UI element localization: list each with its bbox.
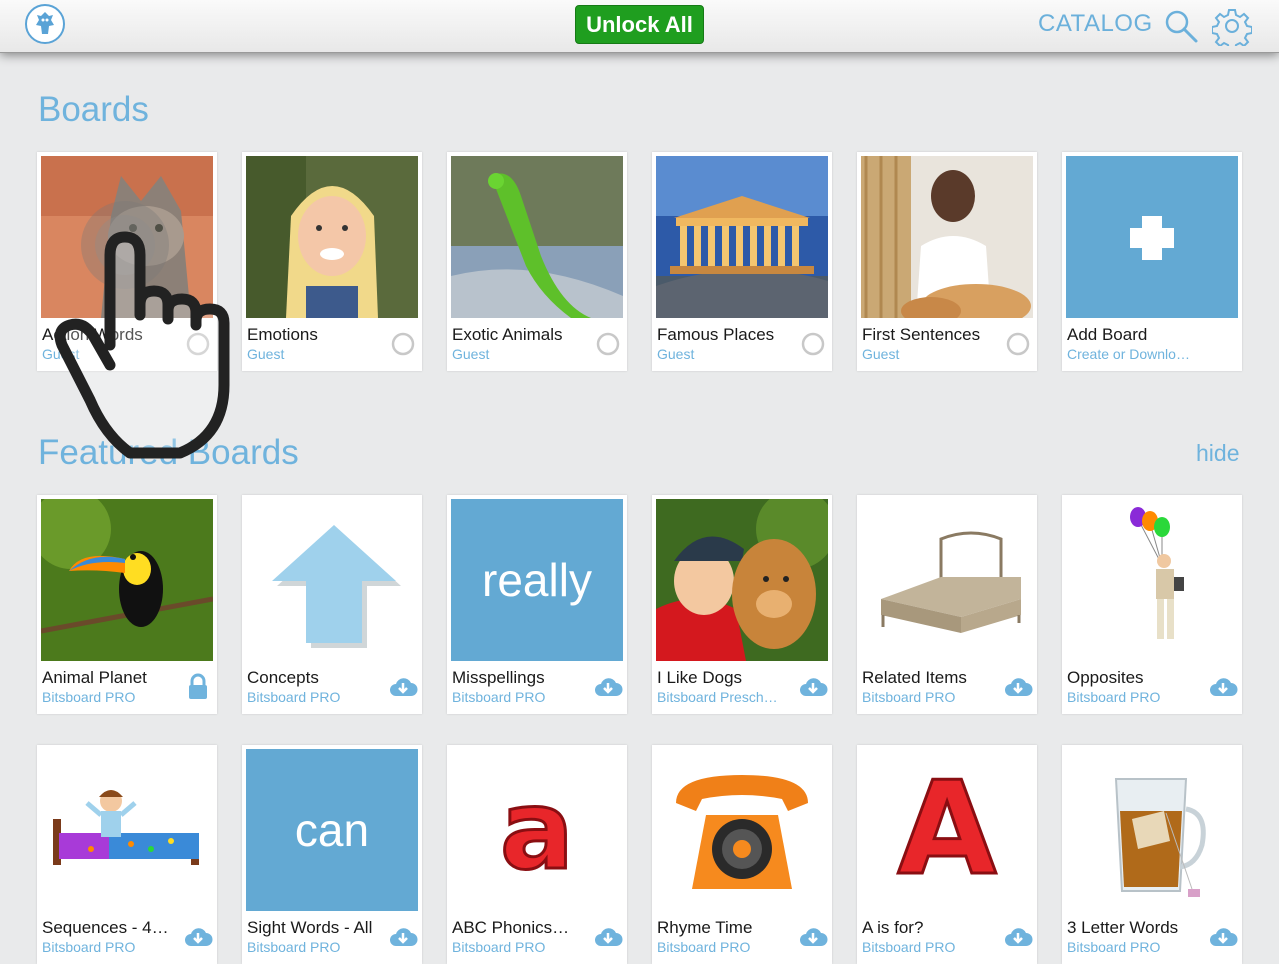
search-icon[interactable] — [1163, 8, 1199, 44]
board-subtitle: Bitsboard PRO — [1067, 689, 1161, 705]
board-thumbnail: really — [451, 499, 623, 661]
featured-card-misspellings[interactable]: really Misspellings Bitsboard PRO — [447, 495, 627, 714]
cloud-download-icon[interactable] — [1208, 922, 1238, 952]
unlock-all-button[interactable]: Unlock All — [575, 5, 704, 44]
select-radio-icon[interactable] — [1003, 329, 1033, 359]
board-card-first-sentences[interactable]: First Sentences Guest — [857, 152, 1037, 371]
board-thumbnail — [861, 499, 1033, 661]
board-card-famous-places[interactable]: Famous Places Guest — [652, 152, 832, 371]
board-subtitle: Bitsboard PRO — [42, 689, 136, 705]
board-thumbnail — [1066, 499, 1238, 661]
board-subtitle: Guest — [452, 346, 490, 362]
board-thumbnail: A — [861, 749, 1033, 911]
board-thumbnail — [246, 156, 418, 318]
cloud-download-icon[interactable] — [388, 672, 418, 702]
board-subtitle: Bitsboard PRO — [247, 939, 341, 955]
board-title: 3 Letter Words — [1067, 918, 1179, 937]
board-title: A is for? — [862, 918, 924, 937]
top-bar: Unlock All CATALOG — [0, 0, 1279, 53]
cloud-download-icon[interactable] — [593, 672, 623, 702]
board-thumbnail — [656, 156, 828, 318]
board-title: Rhyme Time — [657, 918, 753, 937]
board-thumbnail — [656, 749, 828, 911]
tap-hand-hint-icon — [54, 201, 230, 459]
featured-card-abc-phonics[interactable]: a ABC Phonics… Bitsboard PRO — [447, 745, 627, 964]
word-tile: can — [246, 749, 418, 911]
board-card-emotions[interactable]: Emotions Guest — [242, 152, 422, 371]
featured-card-sequences[interactable]: Sequences - 4… Bitsboard PRO — [37, 745, 217, 964]
board-title: Animal Planet — [42, 668, 147, 687]
board-thumbnail — [656, 499, 828, 661]
featured-card-sight-words[interactable]: can Sight Words - All Bitsboard PRO — [242, 745, 422, 964]
featured-card-rhyme-time[interactable]: Rhyme Time Bitsboard PRO — [652, 745, 832, 964]
board-subtitle: Bitsboard Presch… — [657, 689, 778, 705]
board-subtitle: Bitsboard PRO — [1067, 939, 1161, 955]
featured-card-a-is-for[interactable]: A A is for? Bitsboard PRO — [857, 745, 1037, 964]
board-thumbnail — [41, 749, 213, 911]
select-radio-icon[interactable] — [388, 329, 418, 359]
board-subtitle: Bitsboard PRO — [42, 939, 136, 955]
add-board-tile — [1066, 156, 1238, 318]
board-thumbnail — [41, 499, 213, 661]
cloud-download-icon[interactable] — [798, 922, 828, 952]
lock-icon[interactable] — [183, 672, 213, 702]
featured-card-concepts[interactable]: Concepts Bitsboard PRO — [242, 495, 422, 714]
plus-icon — [1130, 216, 1174, 260]
board-thumbnail — [861, 156, 1033, 318]
boards-section-title: Boards — [38, 90, 149, 129]
app-logo-icon[interactable] — [25, 4, 65, 44]
board-title: Opposites — [1067, 668, 1144, 687]
board-title: Misspellings — [452, 668, 545, 687]
board-title: Add Board — [1067, 325, 1148, 344]
board-subtitle: Guest — [247, 346, 285, 362]
board-subtitle: Guest — [862, 346, 900, 362]
board-title: Sight Words - All — [247, 918, 373, 937]
board-thumbnail: can — [246, 749, 418, 911]
board-subtitle: Bitsboard PRO — [862, 939, 956, 955]
letter-tile: A — [896, 755, 998, 904]
featured-card-animal-planet[interactable]: Animal Planet Bitsboard PRO — [37, 495, 217, 714]
board-title: Concepts — [247, 668, 319, 687]
cloud-download-icon[interactable] — [1003, 922, 1033, 952]
board-title: I Like Dogs — [657, 668, 743, 687]
board-thumbnail: a — [451, 749, 623, 911]
select-radio-icon[interactable] — [593, 329, 623, 359]
select-radio-icon[interactable] — [798, 329, 828, 359]
featured-card-related-items[interactable]: Related Items Bitsboard PRO — [857, 495, 1037, 714]
board-subtitle: Guest — [657, 346, 695, 362]
cloud-download-icon[interactable] — [183, 922, 213, 952]
board-title: ABC Phonics… — [452, 918, 570, 937]
board-thumbnail — [1066, 749, 1238, 911]
cloud-download-icon[interactable] — [593, 922, 623, 952]
board-subtitle: Bitsboard PRO — [657, 939, 751, 955]
word-tile: really — [451, 499, 623, 661]
board-title: Exotic Animals — [452, 325, 563, 344]
featured-card-opposites[interactable]: Opposites Bitsboard PRO — [1062, 495, 1242, 714]
board-card-exotic-animals[interactable]: Exotic Animals Guest — [447, 152, 627, 371]
board-thumbnail — [451, 156, 623, 318]
add-board-card[interactable]: Add Board Create or Downlo… — [1062, 152, 1242, 371]
letter-tile: a — [498, 766, 575, 894]
board-title: Famous Places — [657, 325, 775, 344]
cloud-download-icon[interactable] — [798, 672, 828, 702]
featured-card-3-letter-words[interactable]: 3 Letter Words Bitsboard PRO — [1062, 745, 1242, 964]
cloud-download-icon[interactable] — [1003, 672, 1033, 702]
board-subtitle: Bitsboard PRO — [452, 939, 546, 955]
hide-featured-link[interactable]: hide — [1196, 440, 1239, 467]
gear-icon[interactable] — [1212, 6, 1252, 46]
board-subtitle: Bitsboard PRO — [862, 689, 956, 705]
cloud-download-icon[interactable] — [388, 922, 418, 952]
board-title: First Sentences — [862, 325, 981, 344]
board-thumbnail — [246, 499, 418, 661]
board-subtitle: Create or Downlo… — [1067, 346, 1190, 362]
board-subtitle: Bitsboard PRO — [452, 689, 546, 705]
board-title: Sequences - 4… — [42, 918, 169, 937]
catalog-link[interactable]: CATALOG — [1038, 10, 1153, 38]
board-title: Related Items — [862, 668, 967, 687]
featured-card-i-like-dogs[interactable]: I Like Dogs Bitsboard Presch… — [652, 495, 832, 714]
board-title: Emotions — [247, 325, 318, 344]
cloud-download-icon[interactable] — [1208, 672, 1238, 702]
board-subtitle: Bitsboard PRO — [247, 689, 341, 705]
